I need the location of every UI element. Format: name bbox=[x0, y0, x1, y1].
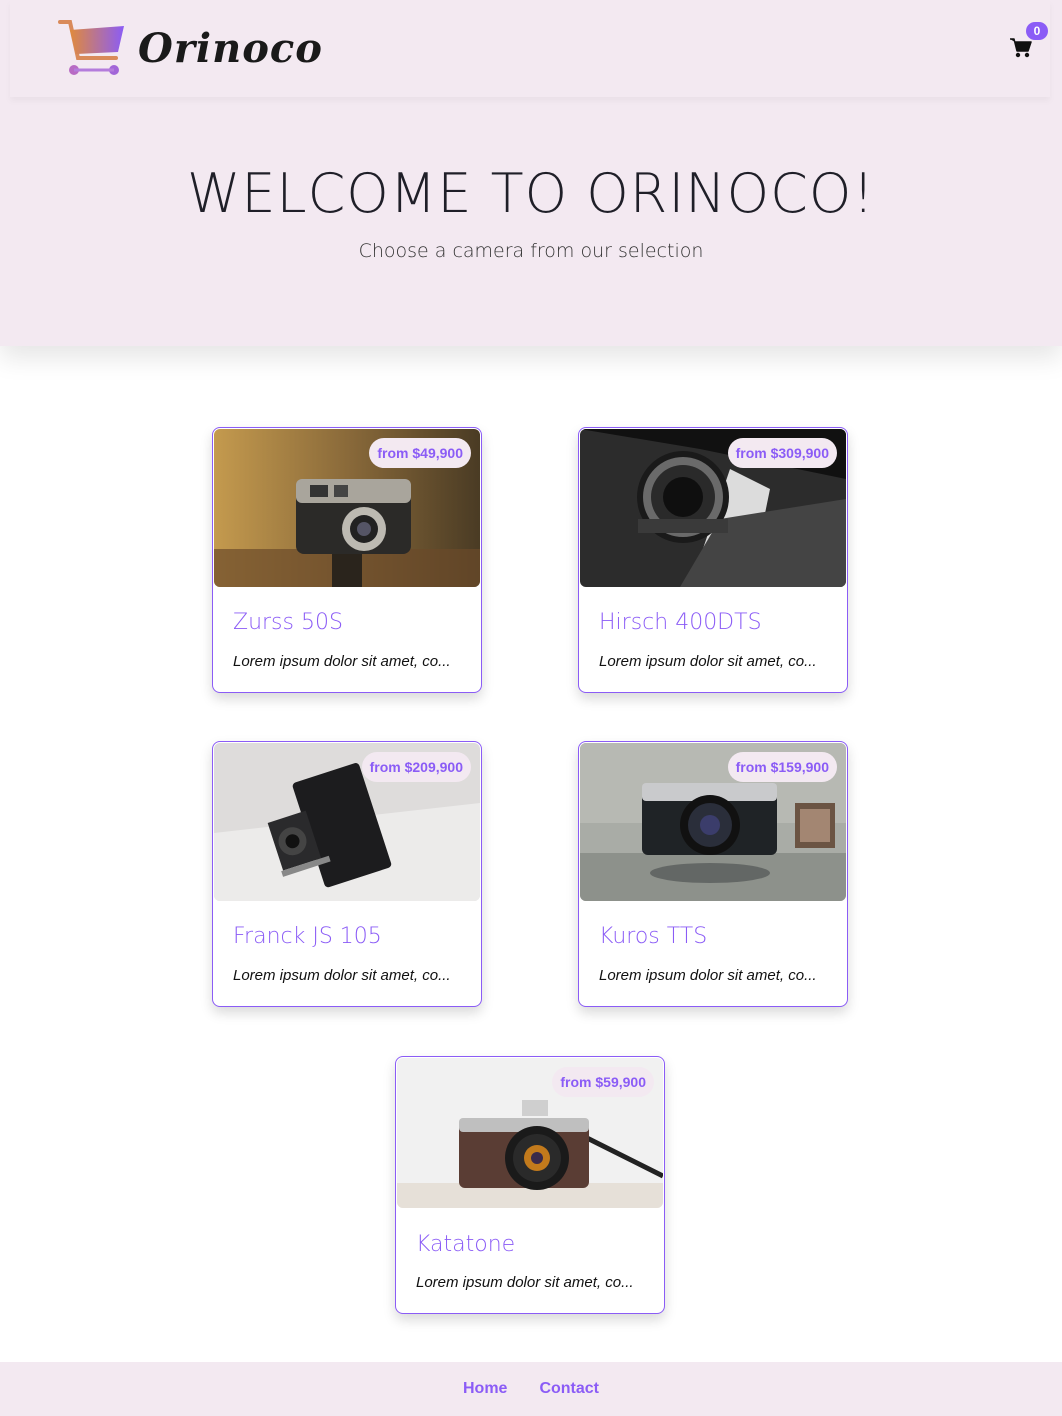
shopping-cart-icon[interactable] bbox=[1010, 38, 1036, 62]
hero-title: WELCOME TO ORINOCO! bbox=[186, 162, 876, 225]
product-name: Zurss 50S bbox=[233, 610, 343, 635]
price-badge: from $309,900 bbox=[727, 438, 837, 468]
footer-contact-link[interactable]: Contact bbox=[539, 1380, 599, 1398]
price-badge: from $49,900 bbox=[369, 438, 471, 468]
brand-link[interactable]: Orinoco bbox=[58, 18, 323, 78]
hero-subtitle: Choose a camera from our selection bbox=[358, 240, 704, 262]
product-card[interactable]: from $59,900 Katatone Lorem ipsum dolor … bbox=[395, 1056, 665, 1314]
product-card[interactable]: from $309,900 Hirsch 400DTS Lorem ipsum … bbox=[578, 427, 848, 693]
cart-count-badge: 0 bbox=[1026, 22, 1048, 40]
product-description: Lorem ipsum dolor sit amet, co... bbox=[233, 653, 451, 670]
product-name: Franck JS 105 bbox=[233, 924, 382, 949]
header-hero: Orinoco 0 WELCOME TO ORINOCO! Choose a c… bbox=[0, 0, 1062, 346]
brand-name: Orinoco bbox=[138, 24, 323, 72]
product-name: Hirsch 400DTS bbox=[599, 610, 762, 635]
product-card[interactable]: from $49,900 Zurss 50S Lorem ipsum dolor… bbox=[212, 427, 482, 693]
product-description: Lorem ipsum dolor sit amet, co... bbox=[416, 1274, 634, 1291]
price-badge: from $59,900 bbox=[552, 1067, 654, 1097]
price-badge: from $159,900 bbox=[727, 752, 837, 782]
footer-home-link[interactable]: Home bbox=[463, 1380, 507, 1398]
product-card[interactable]: from $159,900 Kuros TTS Lorem ipsum dolo… bbox=[578, 741, 848, 1007]
navbar: Orinoco 0 bbox=[10, 0, 1050, 97]
price-badge: from $209,900 bbox=[361, 752, 471, 782]
footer: Home Contact bbox=[0, 1362, 1062, 1416]
product-description: Lorem ipsum dolor sit amet, co... bbox=[233, 967, 451, 984]
product-name: Kuros TTS bbox=[599, 924, 708, 949]
product-card[interactable]: from $209,900 Franck JS 105 Lorem ipsum … bbox=[212, 741, 482, 1007]
product-description: Lorem ipsum dolor sit amet, co... bbox=[599, 967, 817, 984]
product-description: Lorem ipsum dolor sit amet, co... bbox=[599, 653, 817, 670]
shopping-cart-logo-icon bbox=[58, 18, 126, 78]
product-name: Katatone bbox=[416, 1232, 516, 1257]
